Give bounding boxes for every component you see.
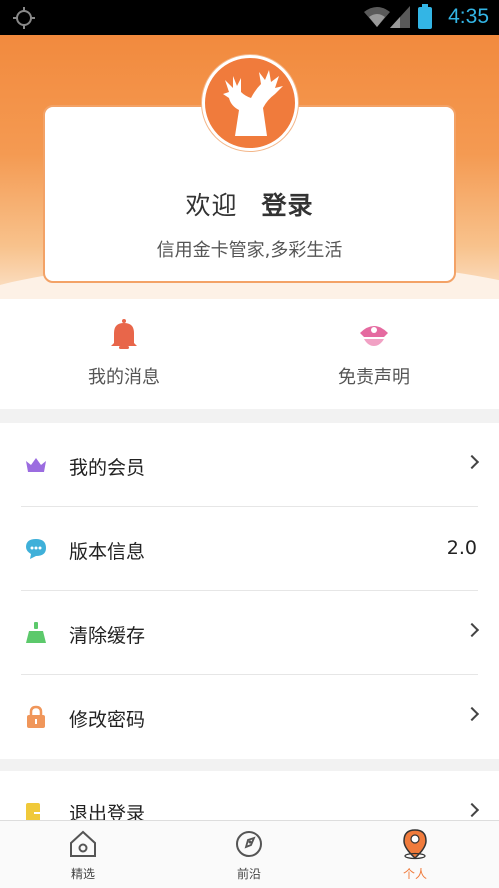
gps-icon: [13, 7, 35, 29]
deer-logo-icon: [223, 70, 283, 136]
crown-icon: [26, 458, 46, 472]
my-messages-button[interactable]: 我的消息: [24, 317, 224, 389]
nav-personal[interactable]: 个人: [365, 827, 465, 882]
compass-icon: [236, 831, 262, 857]
menu-label-membership: 我的会员: [69, 457, 146, 479]
wifi-icon: [364, 7, 390, 27]
quick-actions: 我的消息 免责声明: [0, 299, 499, 409]
settings-menu: 我的会员 版本信息 2.0 清除缓存 修改密码: [0, 423, 499, 759]
disclaimer-button[interactable]: 免责声明: [274, 317, 474, 389]
status-time: 4:35: [448, 5, 489, 28]
broom-icon: [26, 622, 46, 643]
chevron-right-icon: [464, 706, 480, 722]
welcome-text: 欢迎: [185, 191, 238, 220]
my-messages-label: 我的消息: [88, 367, 160, 388]
chevron-right-icon: [464, 622, 480, 638]
nav-personal-label: 个人: [402, 867, 427, 881]
nav-frontier[interactable]: 前沿: [199, 827, 299, 882]
signal-icon: [390, 6, 410, 28]
version-value: 2.0: [446, 537, 477, 559]
nav-featured-label: 精选: [70, 867, 95, 881]
status-bar: 4:35: [0, 0, 499, 35]
nav-featured[interactable]: 精选: [33, 827, 133, 882]
police-cap-icon: [360, 326, 388, 346]
home-icon: [70, 830, 96, 857]
subtitle: 信用金卡管家,多彩生活: [156, 240, 343, 261]
bell-icon: [111, 319, 137, 349]
location-person-icon: [403, 829, 427, 860]
disclaimer-label: 免责声明: [338, 367, 410, 388]
chevron-right-icon: [464, 454, 480, 470]
chevron-right-icon: [464, 802, 480, 818]
menu-label-clear-cache: 清除缓存: [69, 625, 146, 647]
menu-label-change-password: 修改密码: [69, 709, 146, 731]
avatar[interactable]: [202, 55, 298, 151]
menu-row-change-password[interactable]: 修改密码: [0, 675, 499, 759]
menu-row-clear-cache[interactable]: 清除缓存: [0, 591, 499, 675]
battery-icon: [418, 4, 432, 29]
lock-icon: [27, 705, 45, 728]
nav-frontier-label: 前沿: [236, 867, 261, 881]
menu-row-version[interactable]: 版本信息 2.0: [0, 507, 499, 591]
menu-label-version: 版本信息: [69, 541, 146, 563]
welcome-line: 欢迎 登录: [0, 186, 499, 222]
menu-row-membership[interactable]: 我的会员: [0, 423, 499, 507]
chat-bubbles-icon: [26, 539, 46, 559]
bottom-nav: 精选 前沿 个人: [0, 820, 499, 888]
login-link[interactable]: 登录: [262, 191, 314, 220]
